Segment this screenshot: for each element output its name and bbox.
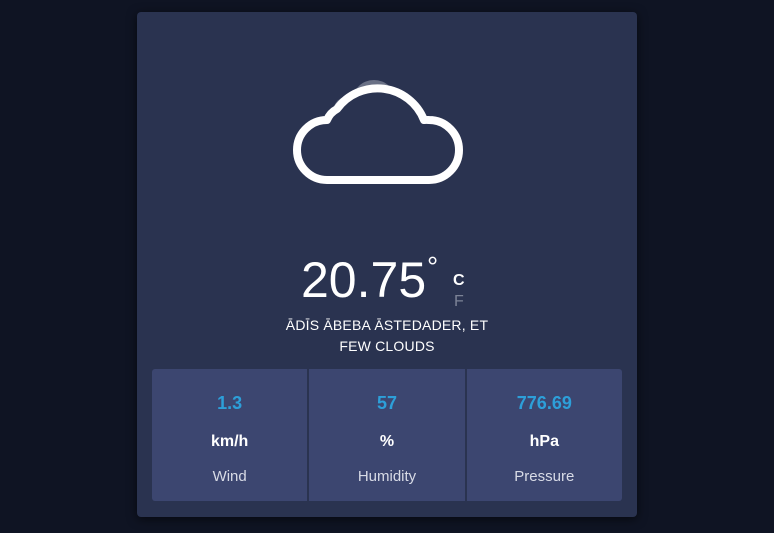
temperature-row: 20.75 ° C F <box>137 252 637 312</box>
condition-label: FEW CLOUDS <box>339 338 435 354</box>
few-clouds-icon <box>287 62 477 212</box>
stats-panel: 1.3 km/h Wind 57 % Humidity 776.69 hPa P… <box>152 369 622 501</box>
stat-wind: 1.3 km/h Wind <box>152 369 307 501</box>
weather-card: 20.75 ° C F ĀDĪS ĀBEBA ĀSTEDADER, ET FEW… <box>137 12 637 517</box>
fahrenheit-toggle[interactable]: F <box>454 293 464 311</box>
degree-symbol: ° <box>427 251 439 282</box>
humidity-label: Humidity <box>357 468 417 485</box>
wind-label: Wind <box>212 468 247 485</box>
stat-humidity: 57 % Humidity <box>307 369 464 501</box>
wind-value: 1.3 <box>217 393 243 413</box>
celsius-toggle[interactable]: C <box>453 272 465 290</box>
wind-unit: km/h <box>210 433 249 450</box>
pressure-value: 776.69 <box>516 393 572 413</box>
pressure-label: Pressure <box>514 468 575 485</box>
humidity-value: 57 <box>376 393 397 413</box>
location-label: ĀDĪS ĀBEBA ĀSTEDADER, ET <box>285 317 489 333</box>
humidity-unit: % <box>379 433 395 450</box>
temperature-value: 20.75 <box>301 252 427 308</box>
pressure-unit: hPa <box>529 433 559 450</box>
stat-pressure: 776.69 hPa Pressure <box>464 369 622 501</box>
